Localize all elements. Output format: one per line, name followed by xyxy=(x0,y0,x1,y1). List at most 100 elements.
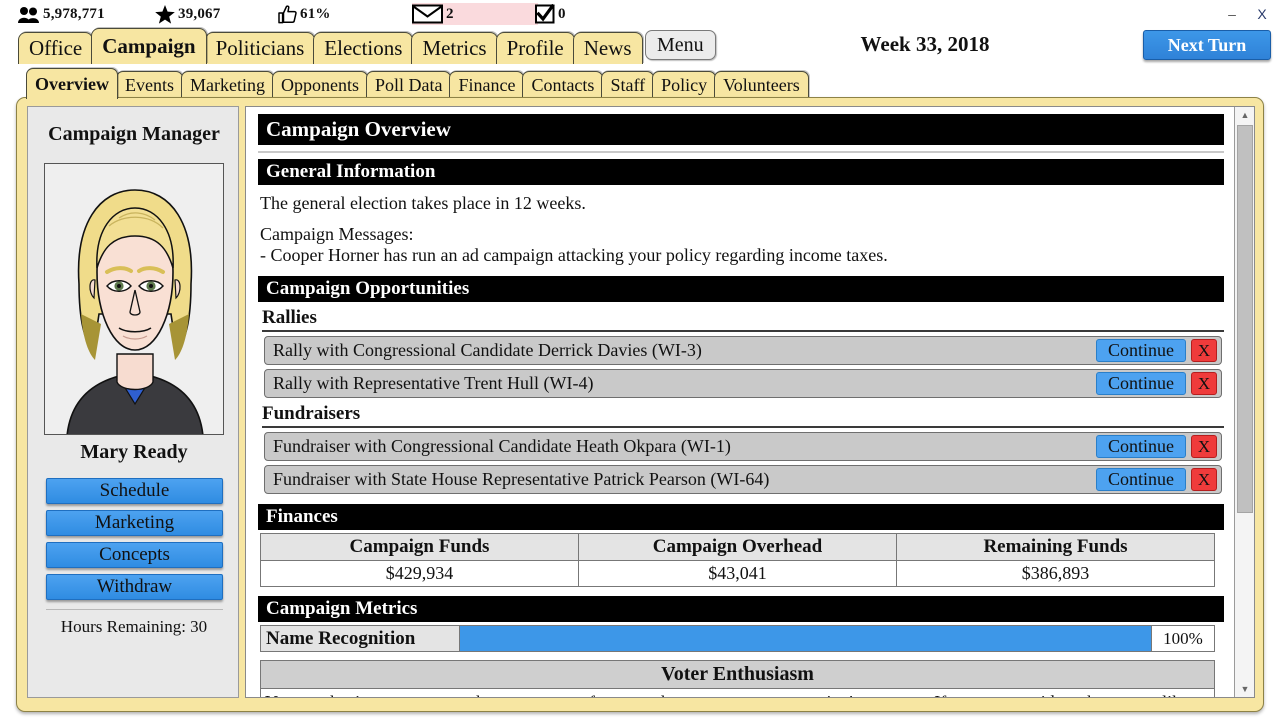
scrollbar-thumb[interactable] xyxy=(1237,125,1253,513)
campaign-messages-label: Campaign Messages: xyxy=(260,224,414,244)
subtab-poll-data[interactable]: Poll Data xyxy=(365,71,452,99)
column-header: Campaign Overhead xyxy=(578,533,897,561)
status-bar: 5,978,771 39,067 61% 2 0 – X xyxy=(0,0,1280,28)
tab-campaign[interactable]: Campaign xyxy=(91,28,207,64)
tab-profile[interactable]: Profile xyxy=(495,32,575,64)
dismiss-button[interactable]: X xyxy=(1191,372,1217,395)
metric-progress-track xyxy=(460,625,1152,652)
campaign-opportunities-heading: Campaign Opportunities xyxy=(258,276,1224,302)
table-row: $429,934 $43,041 $386,893 xyxy=(260,560,1215,587)
campaign-overview-pane: Campaign Overview General Information Th… xyxy=(245,106,1255,698)
sidebar-title: Campaign Manager xyxy=(48,123,220,145)
tab-elections[interactable]: Elections xyxy=(313,32,414,64)
mail-icon xyxy=(412,4,443,24)
metric-value: 100% xyxy=(1152,625,1215,652)
population-value: 5,978,771 xyxy=(43,5,105,22)
checkbox-icon xyxy=(535,4,555,24)
tab-news[interactable]: News xyxy=(572,32,643,64)
star-icon xyxy=(155,4,175,24)
subtab-staff[interactable]: Staff xyxy=(601,71,655,99)
main-tab-row: Office Campaign Politicians Elections Metric… xyxy=(0,28,1280,64)
close-button[interactable]: X xyxy=(1252,0,1272,28)
thumbs-up-icon xyxy=(278,4,297,24)
voter-enthusiasm-panel: Voter Enthusiasm Voter enthusiasm repres… xyxy=(260,660,1215,697)
subtab-events[interactable]: Events xyxy=(115,71,183,99)
continue-button[interactable]: Continue xyxy=(1096,468,1186,491)
campaign-manager-sidebar: Campaign Manager Mary Ready Schedule Mar… xyxy=(27,106,239,698)
opportunity-row[interactable]: Rally with Congressional Candidate Derri… xyxy=(264,336,1222,365)
sub-tab-row: Overview Events Marketing Opponents Poll Dat… xyxy=(0,64,1280,99)
dismiss-button[interactable]: X xyxy=(1191,339,1217,362)
tasks-stat[interactable]: 0 xyxy=(535,0,566,28)
schedule-button[interactable]: Schedule xyxy=(46,478,223,504)
subtab-finance[interactable]: Finance xyxy=(449,71,525,99)
scroll-up-icon[interactable]: ▲ xyxy=(1235,107,1254,123)
opportunity-text: Fundraiser with State House Representati… xyxy=(273,469,770,489)
concepts-button[interactable]: Concepts xyxy=(46,542,223,568)
finances-heading: Finances xyxy=(258,504,1224,530)
remaining-funds-value: $386,893 xyxy=(896,560,1215,587)
tasks-count: 0 xyxy=(558,5,566,22)
opportunity-text: Fundraiser with Congressional Candidate … xyxy=(273,436,731,456)
subtab-marketing[interactable]: Marketing xyxy=(180,71,274,99)
metric-progress-fill xyxy=(460,626,1151,651)
tab-metrics[interactable]: Metrics xyxy=(411,32,498,64)
approval-stat: 61% xyxy=(278,0,331,28)
sidebar-divider xyxy=(46,609,223,610)
opportunity-row[interactable]: Rally with Representative Trent Hull (WI… xyxy=(264,369,1222,398)
campaign-manager-name: Mary Ready xyxy=(80,441,188,463)
mail-stat[interactable]: 2 xyxy=(412,0,454,28)
table-header-row: Campaign Funds Campaign Overhead Remaini… xyxy=(260,533,1215,561)
week-label: Week 33, 2018 xyxy=(860,32,990,56)
fundraisers-group-label: Fundraisers xyxy=(262,403,1224,428)
opportunity-row[interactable]: Fundraiser with State House Representati… xyxy=(264,465,1222,494)
subtab-contacts[interactable]: Contacts xyxy=(522,71,604,99)
column-header: Remaining Funds xyxy=(896,533,1215,561)
opportunity-text: Rally with Congressional Candidate Derri… xyxy=(273,340,702,360)
overview-content: Campaign Overview General Information Th… xyxy=(246,107,1234,697)
population-icon xyxy=(18,6,40,23)
voter-enthusiasm-body: Voter enthusiasm represents the percenta… xyxy=(261,689,1214,697)
campaign-funds-value: $429,934 xyxy=(260,560,579,587)
dismiss-button[interactable]: X xyxy=(1191,435,1217,458)
withdraw-button[interactable]: Withdraw xyxy=(46,574,223,600)
stars-value: 39,067 xyxy=(178,5,221,22)
election-countdown-text: The general election takes place in 12 w… xyxy=(260,193,586,213)
campaign-metrics-heading: Campaign Metrics xyxy=(258,596,1224,622)
subtab-opponents[interactable]: Opponents xyxy=(271,71,368,99)
finances-table: Campaign Funds Campaign Overhead Remaini… xyxy=(260,533,1215,587)
next-turn-button[interactable]: Next Turn xyxy=(1143,30,1271,60)
page-title: Campaign Overview xyxy=(258,114,1224,145)
menu-button[interactable]: Menu xyxy=(645,30,716,60)
campaign-manager-avatar xyxy=(44,163,224,435)
column-header: Campaign Funds xyxy=(260,533,579,561)
dismiss-button[interactable]: X xyxy=(1191,468,1217,491)
tab-office[interactable]: Office xyxy=(18,32,94,64)
continue-button[interactable]: Continue xyxy=(1096,372,1186,395)
campaign-overhead-value: $43,041 xyxy=(578,560,897,587)
population-stat: 5,978,771 xyxy=(18,0,105,28)
general-information-heading: General Information xyxy=(258,159,1224,185)
approval-value: 61% xyxy=(300,5,331,22)
metric-label: Name Recognition xyxy=(260,625,460,652)
scroll-down-icon[interactable]: ▼ xyxy=(1235,681,1254,697)
subtab-volunteers[interactable]: Volunteers xyxy=(714,71,809,99)
minimize-button[interactable]: – xyxy=(1222,0,1242,28)
marketing-button[interactable]: Marketing xyxy=(46,510,223,536)
hours-remaining-label: Hours Remaining: 30 xyxy=(60,617,208,636)
opportunity-row[interactable]: Fundraiser with Congressional Candidate … xyxy=(264,432,1222,461)
mail-count: 2 xyxy=(446,5,454,22)
content-scrollbar[interactable]: ▲ ▼ xyxy=(1234,107,1254,697)
subtab-overview[interactable]: Overview xyxy=(26,68,118,99)
voter-enthusiasm-title: Voter Enthusiasm xyxy=(261,661,1214,689)
page-frame: Campaign Manager Mary Ready Schedule Mar… xyxy=(16,97,1264,712)
metric-row-name-recognition: Name Recognition 100% xyxy=(260,625,1215,652)
continue-button[interactable]: Continue xyxy=(1096,435,1186,458)
subtab-policy[interactable]: Policy xyxy=(652,71,717,99)
title-separator xyxy=(258,151,1224,153)
stars-stat: 39,067 xyxy=(155,0,220,28)
tab-politicians[interactable]: Politicians xyxy=(204,32,316,64)
campaign-message-item: - Cooper Horner has run an ad campaign a… xyxy=(260,245,888,265)
rallies-group-label: Rallies xyxy=(262,307,1224,332)
continue-button[interactable]: Continue xyxy=(1096,339,1186,362)
